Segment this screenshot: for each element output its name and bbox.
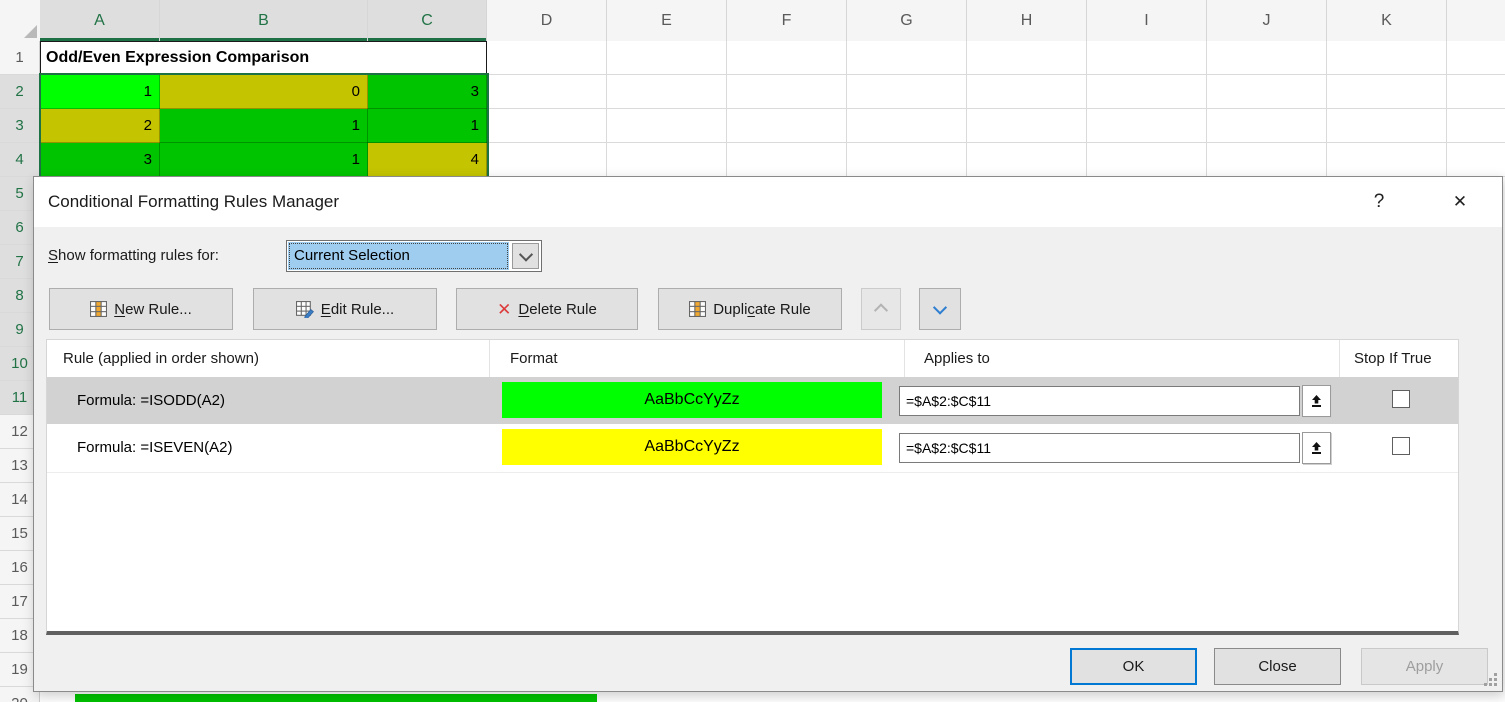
format-preview: AaBbCcYyZz [502, 382, 882, 418]
row-header-3[interactable]: 3 [0, 109, 40, 143]
applies-to-input[interactable] [899, 433, 1300, 463]
apply-button[interactable]: Apply [1361, 648, 1488, 685]
collapse-range-button[interactable] [1302, 432, 1331, 464]
cell-a3[interactable]: 2 [40, 109, 160, 143]
column-header-d[interactable]: D [487, 0, 607, 41]
rule-description: Formula: =ISEVEN(A2) [77, 424, 232, 471]
column-header-h[interactable]: H [967, 0, 1087, 41]
row-separator [47, 472, 1458, 473]
cell-a4[interactable]: 3 [40, 143, 160, 177]
rule-row-isodd[interactable]: Formula: =ISODD(A2) AaBbCcYyZz [47, 377, 1458, 424]
collapse-range-button[interactable] [1302, 385, 1331, 417]
dialog-title: Conditional Formatting Rules Manager [48, 177, 339, 227]
show-rules-for-label: Show formatting rules for: [48, 247, 219, 264]
column-header-b[interactable]: B [160, 0, 368, 41]
col-header-applies-to: Applies to [905, 340, 1340, 377]
show-rules-label-rest: how formatting rules for: [58, 247, 219, 264]
close-button[interactable]: Close [1214, 648, 1341, 685]
column-header-g[interactable]: G [847, 0, 967, 41]
sheet-grid [487, 41, 1505, 177]
ok-button[interactable]: OK [1070, 648, 1197, 685]
stop-if-true-checkbox[interactable] [1392, 390, 1410, 408]
chevron-down-icon [933, 301, 947, 315]
column-header-j[interactable]: J [1207, 0, 1327, 41]
column-header-i[interactable]: I [1087, 0, 1207, 41]
applies-to-input[interactable] [899, 386, 1300, 416]
col-header-stop-if-true: Stop If True [1340, 340, 1458, 377]
table-grid-pencil-icon [296, 301, 314, 318]
duplicate-rule-button[interactable]: Duplicate Rule [658, 288, 842, 330]
show-rules-for-dropdown[interactable]: Current Selection [286, 240, 542, 272]
dropdown-button[interactable] [512, 243, 539, 269]
col-header-rule: Rule (applied in order shown) [47, 340, 490, 377]
edit-rule-label: Edit Rule... [321, 301, 394, 318]
col-header-format: Format [490, 340, 905, 377]
row-header-1[interactable]: 1 [0, 41, 40, 75]
new-rule-label: New Rule... [114, 301, 192, 318]
cell-a2[interactable]: 1 [40, 75, 160, 109]
column-header-e[interactable]: E [607, 0, 727, 41]
close-icon[interactable]: ✕ [1447, 177, 1473, 227]
new-rule-button[interactable]: New Rule... [49, 288, 233, 330]
cell-c4[interactable]: 4 [368, 143, 487, 177]
excel-window: A B C D E F G H I J K 1 2 3 4 5 6 7 8 9 … [0, 0, 1505, 702]
show-rules-label-mnemonic: S [48, 247, 58, 264]
row-header-4[interactable]: 4 [0, 143, 40, 177]
cell-c2[interactable]: 3 [368, 75, 487, 109]
cell-b4[interactable]: 1 [160, 143, 368, 177]
format-preview: AaBbCcYyZz [502, 429, 882, 465]
edit-rule-button[interactable]: Edit Rule... [253, 288, 437, 330]
table-grid-icon [90, 301, 107, 317]
row-header-2[interactable]: 2 [0, 75, 40, 109]
rule-description: Formula: =ISODD(A2) [77, 377, 225, 424]
collapse-range-icon [1310, 441, 1323, 455]
cell-c3[interactable]: 1 [368, 109, 487, 143]
row20-green-cells [75, 694, 597, 702]
table-grid-icon [689, 301, 706, 317]
move-rule-up-button[interactable] [861, 288, 901, 330]
collapse-range-icon [1310, 394, 1323, 408]
cell-b2[interactable]: 0 [160, 75, 368, 109]
resize-grip[interactable] [1484, 673, 1498, 687]
column-header-a[interactable]: A [40, 0, 160, 41]
stop-if-true-checkbox[interactable] [1392, 437, 1410, 455]
cell-a1-title[interactable]: Odd/Even Expression Comparison [40, 41, 487, 75]
conditional-formatting-rules-manager-dialog: Conditional Formatting Rules Manager ? ✕… [33, 176, 1503, 692]
red-x-icon: ✕ [497, 301, 511, 318]
chevron-up-icon [874, 303, 888, 317]
rule-row-iseven[interactable]: Formula: =ISEVEN(A2) AaBbCcYyZz [47, 424, 1458, 471]
duplicate-rule-label: Duplicate Rule [713, 301, 811, 318]
column-header-k[interactable]: K [1327, 0, 1447, 41]
chevron-down-icon [518, 248, 532, 262]
delete-rule-label: Delete Rule [518, 301, 596, 318]
help-icon[interactable]: ? [1366, 177, 1392, 227]
column-header-c[interactable]: C [368, 0, 487, 41]
move-rule-down-button[interactable] [919, 288, 961, 330]
dropdown-selected-value[interactable]: Current Selection [288, 242, 509, 270]
rules-list: Rule (applied in order shown) Format App… [46, 339, 1459, 635]
select-all-corner[interactable] [0, 0, 41, 41]
column-header-f[interactable]: F [727, 0, 847, 41]
delete-rule-button[interactable]: ✕ Delete Rule [456, 288, 638, 330]
cell-b3[interactable]: 1 [160, 109, 368, 143]
